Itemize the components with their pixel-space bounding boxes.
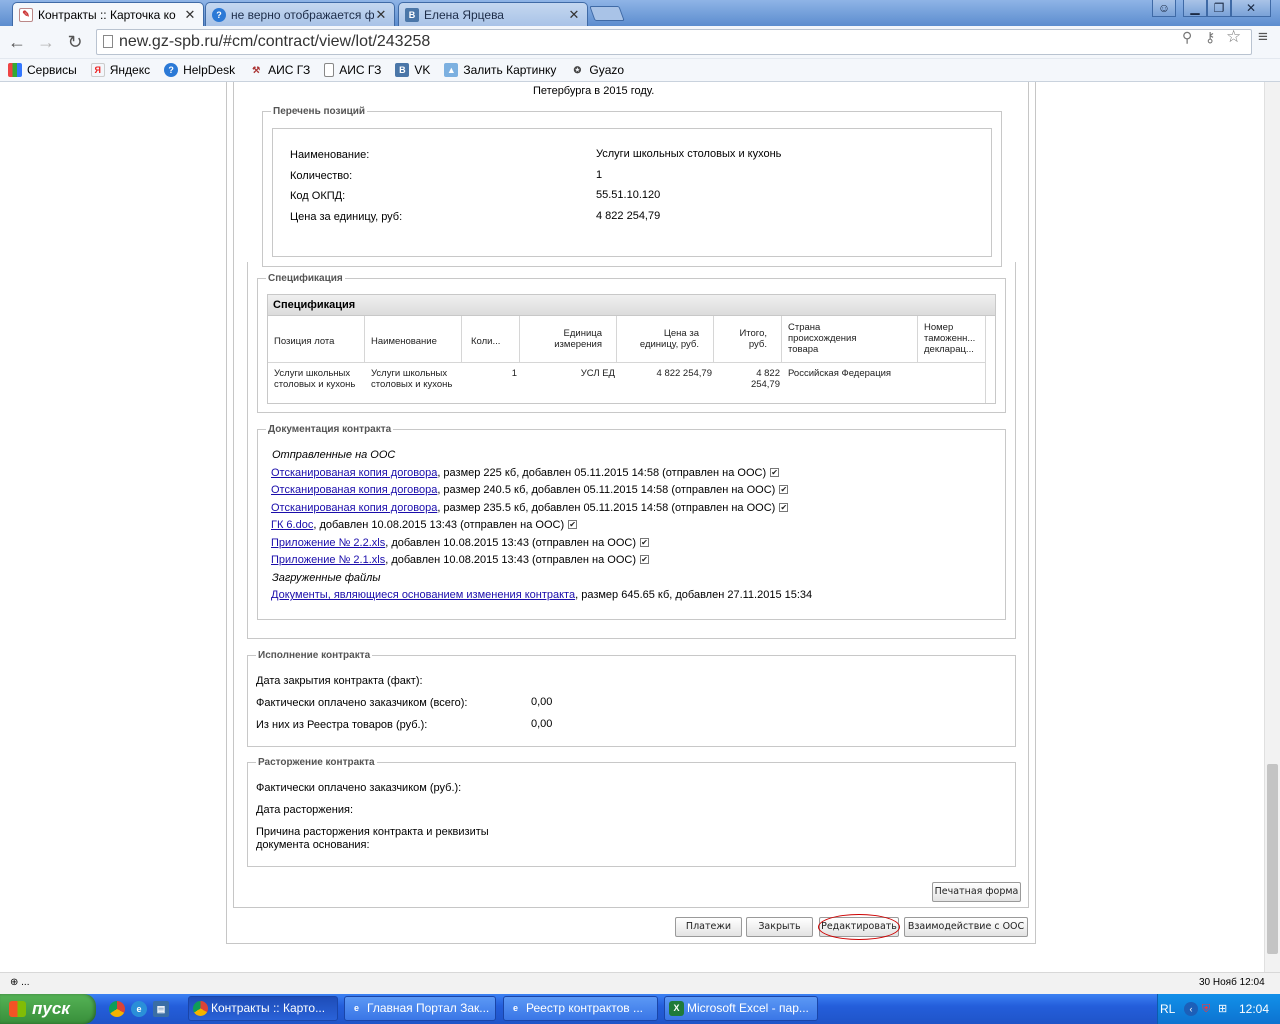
bookmark-services[interactable]: Сервисы xyxy=(8,63,77,77)
browser-toolbar: ← → ↻ new.gz-spb.ru/#cm/contract/view/lo… xyxy=(0,26,1280,59)
minimize-button[interactable]: ▁ xyxy=(1183,0,1207,17)
tab-title: не верно отображается фи xyxy=(231,7,374,22)
spec-docs-frame xyxy=(247,262,1016,639)
tab-title: Елена Ярцева xyxy=(424,7,504,22)
excel-icon: X xyxy=(669,1001,684,1016)
payments-button[interactable]: Платежи xyxy=(675,917,742,937)
termination-reason-label-2: документа основания: xyxy=(256,839,370,851)
chrome-icon xyxy=(193,1001,208,1016)
tab-title: Контракты :: Карточка ко xyxy=(38,7,176,22)
menu-icon[interactable]: ≡ xyxy=(1258,27,1268,47)
desktop-quicklaunch-icon[interactable]: ▤ xyxy=(153,1001,169,1017)
contract-favicon-icon: ✎ xyxy=(19,7,33,22)
execution-registry-value: 0,00 xyxy=(531,718,553,730)
close-icon[interactable]: ✕ xyxy=(183,7,197,23)
status-text: ⊕ ... xyxy=(10,977,30,988)
image-icon: ▲ xyxy=(444,63,459,77)
ie-icon: e xyxy=(353,1003,359,1013)
forward-arrow-icon[interactable]: → xyxy=(35,31,57,53)
yandex-icon: Я xyxy=(90,63,105,77)
execution-legend: Исполнение контракта xyxy=(258,650,371,661)
restore-button[interactable]: ❐ xyxy=(1207,0,1231,17)
page-scrollbar[interactable] xyxy=(1264,82,1280,972)
clock: 12:04 xyxy=(1239,1002,1270,1016)
address-bar[interactable]: new.gz-spb.ru/#cm/contract/view/lot/2432… xyxy=(96,29,1252,55)
positions-legend: Перечень позиций xyxy=(273,106,366,117)
bookmark-gyazo[interactable]: ✪ Gyazo xyxy=(570,63,624,77)
tab-vk[interactable]: B Елена Ярцева ✕ xyxy=(398,2,588,26)
page-icon xyxy=(103,35,113,48)
bookmark-ais-gz-2[interactable]: АИС ГЗ xyxy=(324,63,381,77)
search-icon[interactable]: ⚲ xyxy=(1182,29,1192,46)
position-qty-label: Количество: xyxy=(290,170,353,182)
print-form-button[interactable]: Печатная форма xyxy=(932,882,1021,902)
execution-paid-value: 0,00 xyxy=(531,696,553,708)
oos-interaction-button[interactable]: Взаимодействие с ООС xyxy=(904,917,1028,937)
system-tray: RL ‹ ⛨ ⊞ 12:04 xyxy=(1157,994,1280,1024)
tab-contracts[interactable]: ✎ Контракты :: Карточка ко ✕ xyxy=(12,2,204,26)
close-button[interactable]: Закрыть xyxy=(746,917,813,937)
close-icon[interactable]: ✕ xyxy=(567,7,581,23)
bookmark-yandex[interactable]: Я Яндекс xyxy=(90,63,150,77)
bookmark-helpdesk[interactable]: ? HelpDesk xyxy=(164,63,235,77)
window-close-button[interactable]: ✕ xyxy=(1231,0,1271,17)
execution-close-date-label: Дата закрытия контракта (факт): xyxy=(256,675,423,687)
position-name-value: Услуги школьных столовых и кухонь xyxy=(596,148,782,160)
execution-registry-label: Из них из Реестра товаров (руб.): xyxy=(256,719,428,731)
termination-paid-label: Фактически оплачено заказчиком (руб.): xyxy=(256,782,462,794)
antivirus-icon[interactable]: ⛨ xyxy=(1202,994,1210,1024)
windows-logo-icon xyxy=(9,1001,26,1017)
back-arrow-icon[interactable]: ← xyxy=(6,31,28,53)
bookmark-ais-gz-1[interactable]: ⚒ АИС ГЗ xyxy=(249,63,310,77)
bookmark-upload-image[interactable]: ▲ Залить Картинку xyxy=(444,63,556,77)
bookmarks-bar: Сервисы Я Яндекс ? HelpDesk ⚒ АИС ГЗ АИС… xyxy=(0,59,1280,82)
scrollbar-thumb[interactable] xyxy=(1267,764,1278,954)
start-button[interactable]: пуск xyxy=(0,994,96,1024)
taskbar-item-portal[interactable]: e Главная Портал Зак... xyxy=(344,996,496,1021)
purchase-name-tail: Петербурга в 2015 году. xyxy=(533,85,655,97)
edit-button[interactable]: Редактировать xyxy=(819,917,899,937)
position-qty-value: 1 xyxy=(596,169,603,181)
tab-question[interactable]: ? не верно отображается фи ✕ xyxy=(205,2,395,26)
position-name-label: Наименование: xyxy=(290,149,370,161)
new-tab-button[interactable] xyxy=(589,6,625,21)
windows-taskbar: пуск e ▤ Контракты :: Карто... e Главная… xyxy=(0,994,1280,1024)
tab-strip: ✎ Контракты :: Карточка ко ✕ ? не верно … xyxy=(0,0,1280,26)
profile-icon[interactable]: ☺ xyxy=(1152,0,1176,17)
network-icon[interactable]: ⊞ xyxy=(1218,994,1227,1024)
status-bar: ⊕ ... 30 Нояб 12:04 xyxy=(0,972,1280,994)
vk-icon: B xyxy=(395,63,410,77)
url-text: new.gz-spb.ru/#cm/contract/view/lot/2432… xyxy=(119,33,431,50)
star-icon[interactable]: ☆ xyxy=(1226,27,1241,47)
status-datetime: 30 Нояб 12:04 xyxy=(1199,977,1265,988)
language-indicator[interactable]: RL xyxy=(1160,994,1175,1024)
termination-date-label: Дата расторжения: xyxy=(256,804,354,816)
chrome-quicklaunch-icon[interactable] xyxy=(109,1001,125,1017)
apps-grid-icon xyxy=(8,63,22,77)
close-icon[interactable]: ✕ xyxy=(374,7,388,23)
ie-quicklaunch-icon[interactable]: e xyxy=(131,1001,147,1017)
position-price-label: Цена за единицу, руб: xyxy=(290,211,403,223)
help-favicon-icon: ? xyxy=(212,7,226,22)
gyazo-icon: ✪ xyxy=(573,64,582,75)
termination-reason-label-1: Причина расторжения контракта и реквизит… xyxy=(256,826,489,838)
vk-favicon-icon: B xyxy=(405,7,419,22)
ie-icon: e xyxy=(512,1003,518,1013)
reload-icon[interactable]: ↻ xyxy=(64,31,86,53)
position-price-value: 4 822 254,79 xyxy=(596,210,661,222)
page-viewport: Петербурга в 2015 году. Перечень позиций… xyxy=(0,82,1264,972)
taskbar-item-registry[interactable]: e Реестр контрактов ... xyxy=(503,996,658,1021)
document-icon xyxy=(324,63,335,77)
help-icon: ? xyxy=(164,63,179,77)
position-okpd-value: 55.51.10.120 xyxy=(596,189,661,201)
taskbar-item-contracts[interactable]: Контракты :: Карто... xyxy=(188,996,338,1021)
execution-paid-label: Фактически оплачено заказчиком (всего): xyxy=(256,697,468,709)
position-okpd-label: Код ОКПД: xyxy=(290,190,346,202)
bookmark-vk[interactable]: B VK xyxy=(395,63,430,77)
termination-legend: Расторжение контракта xyxy=(258,757,375,768)
taskbar-item-excel[interactable]: X Microsoft Excel - пар... xyxy=(664,996,818,1021)
tray-expand-icon[interactable]: ‹ xyxy=(1184,1002,1198,1016)
key-icon[interactable]: ⚷ xyxy=(1205,29,1215,46)
tools-icon: ⚒ xyxy=(252,64,261,75)
